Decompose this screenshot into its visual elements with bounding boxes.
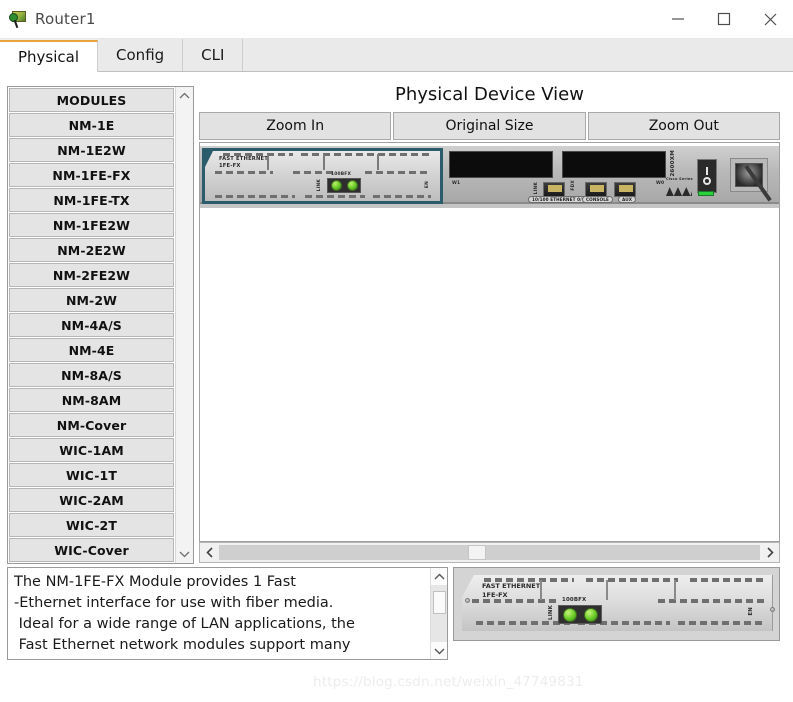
tab-bar-filler [243, 39, 793, 71]
tab-cli[interactable]: CLI [183, 39, 244, 71]
modules-list-scrollbar[interactable] [175, 87, 193, 563]
zoom-in-button[interactable]: Zoom In [199, 112, 392, 140]
modules-list: MODULES NM-1E NM-1E2W NM-1FE-FX NM-1FE-T… [8, 87, 175, 563]
preview-led-link [562, 607, 577, 622]
window-title: Router1 [35, 10, 96, 28]
module-item-nm-4as[interactable]: NM-4A/S [9, 313, 174, 337]
preview-screw-left [465, 598, 470, 603]
module-item-nm-1fe-fx[interactable]: NM-1FE-FX [9, 163, 174, 187]
module-item-wic-1t[interactable]: WIC-1T [9, 463, 174, 487]
preview-enable-label: EN [748, 607, 754, 616]
link-label: LINK [317, 179, 322, 192]
chevron-up-icon[interactable] [434, 568, 445, 585]
power-led-indicator [698, 191, 714, 196]
packet-tracer-icon [9, 10, 27, 29]
enable-label: EN [425, 181, 430, 189]
zoom-out-button[interactable]: Zoom Out [587, 112, 780, 140]
module-faceplate: FAST ETHERNET 1FE-FX 100BFX LINK EN [205, 151, 440, 201]
module-preview-graphic[interactable]: FAST ETHERNET 1FE-FX 100BFX LINK EN [462, 575, 773, 631]
aux-port-label: AUX [618, 196, 637, 203]
page-title: Physical Device View [395, 84, 584, 105]
device-view-canvas[interactable]: FAST ETHERNET 1FE-FX 100BFX LINK EN W1 W… [199, 142, 780, 542]
zoom-toolbar: Zoom In Original Size Zoom Out [199, 112, 780, 140]
module-item-nm-2e2w[interactable]: NM-2E2W [9, 238, 174, 262]
window-controls [655, 0, 793, 39]
chevron-down-icon[interactable] [179, 545, 190, 563]
modules-list-header: MODULES [9, 88, 174, 112]
device-view-hscrollbar[interactable] [199, 542, 780, 563]
sub-series-label: Cisco Series [666, 177, 693, 181]
installed-module-nm-1fe-fx[interactable]: FAST ETHERNET 1FE-FX 100BFX LINK EN [202, 148, 443, 204]
wan-slot-w1-blank [449, 151, 553, 178]
module-item-nm-2fe2w[interactable]: NM-2FE2W [9, 263, 174, 287]
watermark-text: https://blog.csdn.net/weixin_47749831 [313, 674, 584, 690]
hscrollbar-track[interactable] [219, 545, 760, 560]
tab-bar: Physical Config CLI [0, 39, 793, 72]
preview-module-label: FAST ETHERNET 1FE-FX [482, 582, 541, 599]
preview-led-speed [583, 607, 598, 622]
preview-led-group [558, 605, 602, 624]
module-item-nm-8am[interactable]: NM-8AM [9, 388, 174, 412]
maximize-button[interactable] [701, 0, 747, 39]
led-speed-indicator [346, 180, 358, 191]
modules-panel: MODULES NM-1E NM-1E2W NM-1FE-FX NM-1FE-T… [7, 86, 194, 564]
module-item-nm-1e2w[interactable]: NM-1E2W [9, 138, 174, 162]
module-item-nm-2w[interactable]: NM-2W [9, 288, 174, 312]
module-item-nm-8as[interactable]: NM-8A/S [9, 363, 174, 387]
minimize-button[interactable] [655, 0, 701, 39]
module-preview-panel: FAST ETHERNET 1FE-FX 100BFX LINK EN [453, 567, 780, 641]
module-item-wic-2t[interactable]: WIC-2T [9, 513, 174, 537]
chevron-left-icon[interactable] [200, 543, 219, 562]
console-port[interactable] [585, 182, 607, 197]
module-item-nm-cover[interactable]: NM-Cover [9, 413, 174, 437]
w1-label: W1 [452, 181, 461, 186]
router-device-graphic[interactable]: FAST ETHERNET 1FE-FX 100BFX LINK EN W1 W… [200, 146, 779, 208]
tab-physical[interactable]: Physical [0, 40, 99, 72]
ethernet-port-0-0[interactable] [543, 182, 565, 197]
module-item-nm-4e[interactable]: NM-4E [9, 338, 174, 362]
led-link-indicator [330, 180, 342, 191]
console-port-label: CONSOLE [582, 196, 613, 203]
w0-label: W0 [656, 181, 665, 186]
link-label-chassis: LINK [534, 182, 539, 195]
description-scrollbar-thumb[interactable] [433, 591, 446, 614]
preview-screw-right [770, 607, 775, 612]
module-item-wic-2am[interactable]: WIC-2AM [9, 488, 174, 512]
original-size-button[interactable]: Original Size [393, 112, 586, 140]
series-label: 2600XM [670, 150, 676, 177]
module-item-nm-1fe2w[interactable]: NM-1FE2W [9, 213, 174, 237]
module-item-wic-cover[interactable]: WIC-Cover [9, 538, 174, 562]
module-led-group [327, 178, 361, 193]
close-button[interactable] [747, 0, 793, 39]
module-item-nm-1e[interactable]: NM-1E [9, 113, 174, 137]
aux-port[interactable] [614, 182, 636, 197]
module-description-text: The NM-1FE-FX Module provides 1 Fast -Et… [14, 574, 355, 653]
ethernet-port-label: 10/100 ETHERNET 0/0 [528, 196, 589, 203]
preview-speed-label: 100BFX [562, 597, 587, 603]
chevron-right-icon[interactable] [760, 543, 779, 562]
window-titlebar: Router1 [0, 0, 793, 39]
description-scrollbar[interactable] [430, 568, 447, 659]
tab-config[interactable]: Config [98, 39, 184, 71]
wan-slot-w0-blank [562, 151, 666, 178]
power-switch[interactable] [697, 159, 717, 193]
physical-tab-content: MODULES NM-1E NM-1E2W NM-1FE-FX NM-1FE-T… [0, 72, 793, 702]
module-label: FAST ETHERNET 1FE-FX [219, 156, 269, 169]
module-description-panel: The NM-1FE-FX Module provides 1 Fast -Et… [7, 567, 448, 660]
module-item-nm-1fe-tx[interactable]: NM-1FE-TX [9, 188, 174, 212]
module-item-wic-1am[interactable]: WIC-1AM [9, 438, 174, 462]
chevron-down-icon[interactable] [434, 642, 445, 659]
description-scrollbar-track[interactable] [431, 585, 447, 642]
chevron-up-icon[interactable] [179, 87, 190, 105]
speed-label: 100BFX [331, 172, 352, 177]
hscrollbar-thumb[interactable] [467, 545, 486, 560]
preview-link-label: LINK [548, 605, 554, 620]
fdx-label: FDX [571, 180, 576, 191]
